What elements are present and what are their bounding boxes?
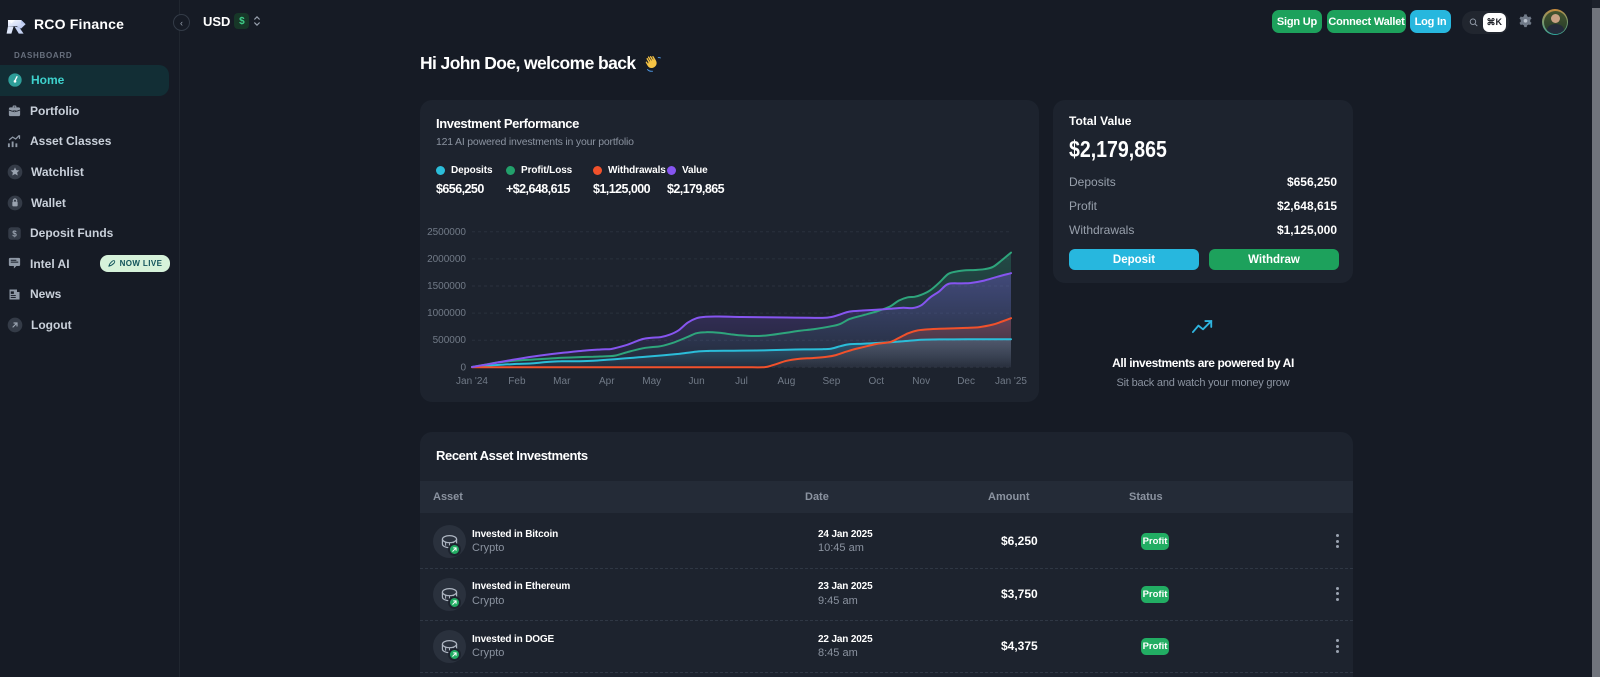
svg-text:1000000: 1000000 (427, 308, 466, 319)
svg-text:Feb: Feb (508, 376, 526, 387)
svg-text:Nov: Nov (912, 376, 930, 387)
svg-text:$: $ (12, 229, 17, 238)
svg-text:2000000: 2000000 (427, 254, 466, 265)
svg-text:May: May (642, 376, 661, 387)
svg-text:Oct: Oct (869, 376, 885, 387)
svg-text:Aug: Aug (778, 376, 796, 387)
svg-text:Sep: Sep (823, 376, 841, 387)
svg-text:Mar: Mar (553, 376, 571, 387)
svg-text:Jun: Jun (689, 376, 705, 387)
svg-text:Jul: Jul (735, 376, 748, 387)
svg-text:2500000: 2500000 (427, 227, 466, 238)
svg-text:500000: 500000 (433, 335, 467, 346)
svg-text:Dec: Dec (957, 376, 975, 387)
svg-text:Jan '24: Jan '24 (456, 376, 488, 387)
svg-text:1500000: 1500000 (427, 281, 466, 292)
svg-text:Apr: Apr (599, 376, 615, 387)
svg-text:Jan '25: Jan '25 (995, 376, 1027, 387)
svg-text:0: 0 (460, 362, 466, 373)
